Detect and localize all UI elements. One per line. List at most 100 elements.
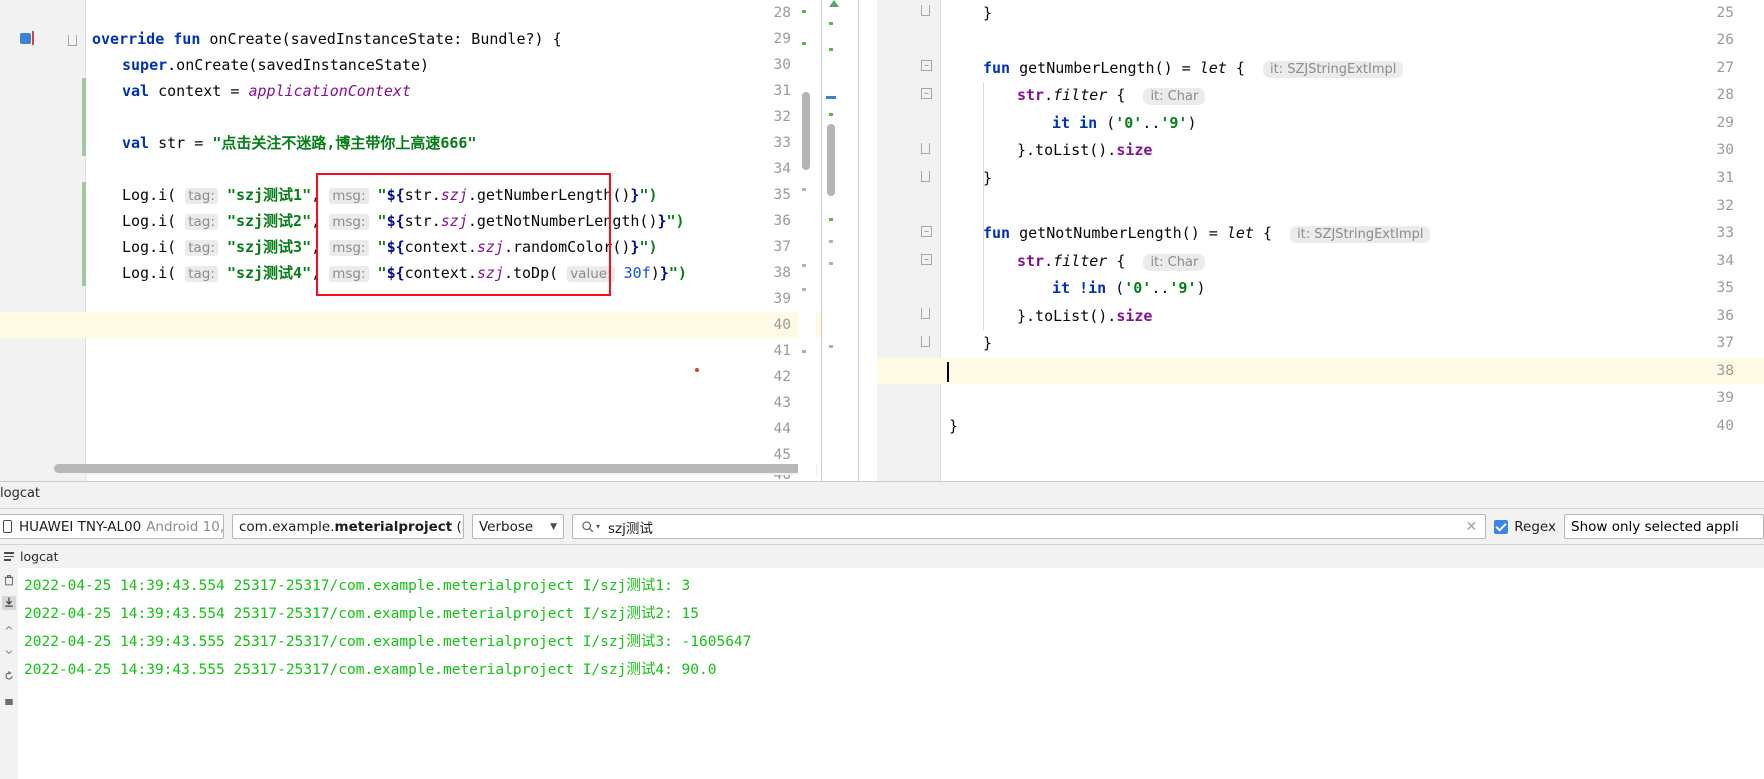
keyword-fun: fun <box>173 30 201 48</box>
code-line-35[interactable]: Log.i( tag: "szj测试1", msg: "${str.szj.ge… <box>0 182 821 208</box>
trash-icon[interactable] <box>2 574 16 588</box>
code-line-34[interactable]: str.filter { it: Char <box>877 248 1764 274</box>
code-line-37[interactable]: Log.i( tag: "szj测试3", msg: "${context.sz… <box>0 234 821 260</box>
device-name: HUAWEI TNY-AL00 <box>19 518 142 535</box>
pane-divider-2[interactable] <box>858 0 859 481</box>
keyword-in: in <box>1079 114 1098 132</box>
comma: , <box>311 264 321 282</box>
text-caret <box>947 362 949 382</box>
log-entry: 2022-04-25 14:39:43.554 25317-25317/com.… <box>24 606 700 622</box>
logcat-output[interactable]: 2022-04-25 14:39:43.554 25317-25317/com.… <box>18 568 1764 779</box>
keyword-it: it <box>1052 279 1071 297</box>
filter-selector[interactable]: Show only selected appli <box>1564 514 1764 539</box>
restart-icon[interactable] <box>2 670 16 684</box>
code-line-36[interactable]: }.toList().size <box>877 303 1764 329</box>
code-line-31[interactable]: val context = applicationContext <box>0 78 821 104</box>
horizontal-scrollbar-thumb[interactable] <box>54 464 814 473</box>
clear-icon[interactable]: ✕ <box>1466 520 1478 534</box>
logcat-search-input[interactable]: ▾ szj测试 ✕ <box>572 514 1487 539</box>
quote: " <box>377 238 387 256</box>
keyword-override: override <box>92 30 165 48</box>
todp-close-paren: ) <box>650 264 660 282</box>
code-line-31[interactable]: } <box>877 165 1764 191</box>
closing-brace: } <box>983 169 993 187</box>
close-paren: ") <box>639 186 658 204</box>
line-number: 39 <box>1716 390 1734 406</box>
code-line-33[interactable]: val str = "点击关注不迷路,博主带你上高速666" <box>0 130 821 156</box>
chevron-up-icon[interactable] <box>2 622 16 636</box>
char-nine: '9' <box>1169 279 1197 297</box>
soft-wrap-icon[interactable] <box>2 696 16 710</box>
code-line-33[interactable]: fun getNotNumberLength() = let { it: SZJ… <box>877 220 1764 246</box>
get-not-number-length-call: .getNotNumberLength() <box>467 212 658 230</box>
line-number: 42 <box>773 369 791 385</box>
code-line-36[interactable]: Log.i( tag: "szj测试2", msg: "${str.szj.ge… <box>0 208 821 234</box>
left-vertical-scrollbar-thumb[interactable] <box>802 92 810 170</box>
caret-position-stripe <box>826 96 836 99</box>
editor-pane-left[interactable]: 28 29 30 31 32 33 34 35 36 37 38 39 40 4… <box>0 0 821 481</box>
code-line-35[interactable]: it !in ('0'..'9') <box>877 275 1764 301</box>
scroll-up-triangle-icon[interactable] <box>829 0 839 7</box>
closing-brace: } <box>983 334 993 352</box>
code-line-27[interactable]: fun getNumberLength() = let { it: SZJStr… <box>877 55 1764 81</box>
keyword-not-in: !in <box>1079 279 1107 297</box>
szj-extension: szj <box>476 238 504 256</box>
stripe-marker <box>829 48 833 51</box>
value-param-hint: value: <box>567 266 615 282</box>
code-line-40[interactable]: } <box>877 413 1764 439</box>
process-selector[interactable]: com.example.meterialproject (253 ▼ <box>232 514 464 539</box>
code-line-30[interactable]: super.onCreate(savedInstanceState) <box>0 52 821 78</box>
log-entry: 2022-04-25 14:39:43.554 25317-25317/com.… <box>24 578 691 594</box>
dot: . <box>1044 86 1054 104</box>
tag-param-hint: tag: <box>185 266 218 282</box>
todp-call: .toDp( <box>503 264 559 282</box>
code-line-37[interactable]: } <box>877 330 1764 356</box>
code-line-38[interactable]: Log.i( tag: "szj测试4", msg: "${context.sz… <box>0 260 821 286</box>
application-context: applicationContext <box>248 82 411 100</box>
code-line-29[interactable]: override fun onCreate(savedInstanceState… <box>0 26 821 52</box>
scroll-to-end-icon[interactable] <box>2 596 16 610</box>
line-number: 40 <box>773 317 791 333</box>
msg-param-hint: msg: <box>329 214 369 230</box>
editor-pane-right[interactable]: 25 26 27 28 29 30 31 32 33 34 35 36 37 3… <box>877 0 1764 481</box>
current-line-highlight <box>0 312 821 338</box>
line-number: 44 <box>773 421 791 437</box>
right-vertical-scrollbar-thumb[interactable] <box>827 124 835 196</box>
str-property: str <box>1017 252 1045 270</box>
stripe-marker <box>802 42 806 45</box>
szj-extension: szj <box>440 212 468 230</box>
stripe-marker <box>802 188 806 191</box>
code-line-30[interactable]: }.toList().size <box>877 137 1764 163</box>
chevron-down-icon[interactable] <box>2 646 16 660</box>
open-paren: ( <box>1106 114 1116 132</box>
left-pane-error-stripe[interactable] <box>798 0 816 481</box>
tag-param-hint: tag: <box>185 188 218 204</box>
line-number: 32 <box>1716 198 1734 214</box>
tag-literal: "szj测试3" <box>226 238 312 256</box>
code-line-25[interactable]: } <box>877 0 1764 26</box>
stripe-marker <box>802 288 806 291</box>
keyword-let: let <box>1199 59 1227 77</box>
code-line-28[interactable]: str.filter { it: Char <box>877 82 1764 108</box>
regex-checkbox[interactable] <box>1494 519 1509 534</box>
keyword-val: val <box>122 134 150 152</box>
logcat-tab-label[interactable]: logcat <box>0 486 40 501</box>
regex-toggle[interactable]: Regex <box>1494 519 1556 535</box>
list-icon <box>4 552 14 561</box>
open-paren: ( <box>1115 279 1125 297</box>
template-open: ${ <box>386 264 405 282</box>
chevron-down-icon[interactable]: ▼ <box>542 522 557 532</box>
pane-divider[interactable] <box>821 0 822 481</box>
code-line-29[interactable]: it in ('0'..'9') <box>877 110 1764 136</box>
stripe-marker <box>802 10 806 13</box>
comma: , <box>311 212 321 230</box>
line-number: 32 <box>773 109 791 125</box>
right-pane-error-stripe[interactable] <box>823 0 839 481</box>
tolist-call: }.toList(). <box>1017 307 1117 325</box>
template-open: ${ <box>386 186 405 204</box>
log-level-selector[interactable]: Verbose ▼ <box>472 514 564 539</box>
inlay-hint-char: it: Char <box>1143 88 1206 105</box>
device-selector[interactable]: HUAWEI TNY-AL00 Android 10, A ▼ <box>0 514 224 539</box>
horizontal-scrollbar[interactable] <box>54 464 817 475</box>
inlay-hint-receiver: it: SZJStringExtImpl <box>1262 61 1404 78</box>
